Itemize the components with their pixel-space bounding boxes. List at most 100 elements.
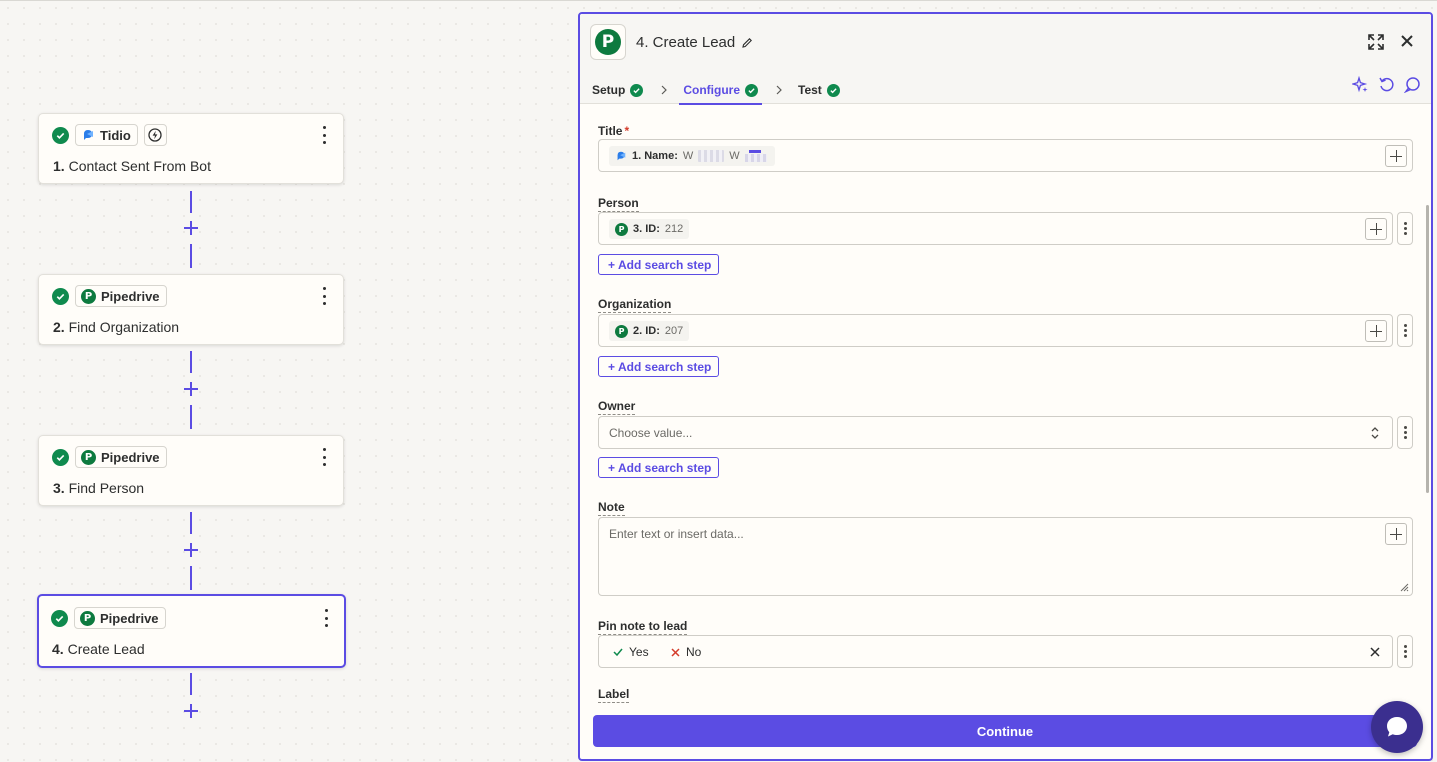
mapped-data-chip[interactable]: 1. Name: W W — [609, 146, 775, 166]
pipedrive-icon: P — [615, 222, 628, 236]
insert-data-button[interactable] — [1365, 218, 1387, 240]
add-step-plus-icon[interactable] — [183, 220, 199, 236]
add-step-plus-icon[interactable] — [183, 381, 199, 397]
person-label: Person — [598, 196, 639, 212]
chat-support-icon[interactable] — [1371, 701, 1423, 753]
pencil-icon[interactable] — [741, 37, 753, 49]
organization-field[interactable]: P 2. ID: 207 — [598, 314, 1393, 347]
tab-test[interactable]: Test — [798, 77, 840, 103]
app-name: Tidio — [100, 127, 131, 143]
chip-value: 207 — [664, 325, 684, 337]
step-card-4[interactable]: P Pipedrive 4. Create Lead — [37, 594, 346, 668]
clear-icon[interactable] — [1369, 646, 1381, 658]
owner-select[interactable]: Choose value... — [598, 416, 1393, 449]
success-check-icon — [52, 287, 69, 305]
pipedrive-icon: P — [80, 610, 95, 626]
tab-configure[interactable]: Configure — [679, 77, 762, 105]
insert-data-button[interactable] — [1385, 523, 1407, 545]
step-number: 2. — [53, 319, 65, 335]
panel-header: P 4. Create Lead Setup Configure Test — [580, 14, 1431, 105]
success-check-icon — [745, 83, 759, 97]
step-name: Create Lead — [67, 641, 145, 657]
chevron-right-icon — [661, 85, 668, 95]
tab-label: Setup — [592, 83, 626, 97]
title-label: Title * — [598, 124, 630, 138]
note-textarea[interactable]: Enter text or insert data... — [598, 517, 1413, 596]
redacted-text — [744, 150, 769, 162]
label-field-label: Label — [598, 687, 630, 703]
step-title: 2. Find Organization — [53, 319, 179, 335]
tab-setup[interactable]: Setup — [592, 77, 644, 103]
app-name: Pipedrive — [101, 449, 160, 465]
step-card-2[interactable]: P Pipedrive 2. Find Organization — [38, 274, 344, 345]
app-badge: P Pipedrive — [74, 607, 166, 629]
field-options-icon[interactable] — [1397, 416, 1413, 449]
connector-line — [190, 405, 192, 429]
step-editor-panel: P 4. Create Lead Setup Configure Test Ti… — [578, 12, 1433, 761]
redacted-text — [698, 150, 725, 162]
step-card-3[interactable]: P Pipedrive 3. Find Person — [38, 435, 344, 506]
step-title: 1. Contact Sent From Bot — [53, 158, 211, 174]
step-menu-icon[interactable] — [319, 287, 329, 305]
add-search-step-button[interactable]: + Add search step — [598, 457, 720, 478]
title-field[interactable]: 1. Name: W W — [598, 139, 1413, 172]
success-check-icon — [52, 448, 69, 466]
connector-line — [190, 244, 192, 268]
pin-note-toggle[interactable]: Yes No — [598, 635, 1393, 668]
step-menu-icon[interactable] — [321, 609, 331, 627]
add-search-step-button[interactable]: + Add search step — [598, 254, 720, 275]
no-option[interactable]: No — [671, 645, 701, 659]
insert-data-button[interactable] — [1385, 145, 1407, 167]
step-number: 4. — [52, 641, 64, 657]
step-card-1[interactable]: Tidio 1. Contact Sent From Bot — [38, 113, 344, 184]
tab-label: Test — [798, 83, 822, 97]
configure-form: Title * 1. Name: W W Person P 3. ID: 212 … — [580, 105, 1431, 703]
panel-title-text: 4. Create Lead — [636, 34, 736, 51]
resize-handle-icon[interactable] — [1399, 582, 1409, 592]
step-title: 3. Find Person — [53, 480, 144, 496]
pipedrive-icon: P — [81, 449, 96, 465]
continue-button[interactable]: Continue — [593, 715, 1417, 747]
expand-icon[interactable] — [1367, 33, 1385, 51]
add-step-plus-icon[interactable] — [183, 542, 199, 558]
step-name: Contact Sent From Bot — [68, 158, 211, 174]
add-step-plus-icon[interactable] — [183, 703, 199, 719]
tab-label: Configure — [683, 83, 741, 97]
step-menu-icon[interactable] — [319, 126, 329, 144]
panel-title[interactable]: 4. Create Lead — [636, 34, 753, 51]
close-icon[interactable] — [1399, 33, 1415, 49]
tidio-icon — [617, 151, 626, 161]
mapped-data-chip[interactable]: P 3. ID: 212 — [609, 219, 690, 239]
updown-chevron-icon — [1371, 427, 1379, 439]
field-options-icon[interactable] — [1397, 314, 1413, 347]
step-header: Tidio — [52, 124, 167, 146]
add-search-step-button[interactable]: + Add search step — [598, 356, 720, 377]
comment-icon[interactable] — [1404, 76, 1421, 93]
step-name: Find Person — [68, 480, 145, 496]
ai-sparkle-icon[interactable] — [1352, 76, 1369, 93]
note-placeholder: Enter text or insert data... — [609, 527, 744, 541]
chip-value: 212 — [664, 223, 684, 235]
yes-label: Yes — [629, 645, 649, 659]
form-scrollbar[interactable] — [1426, 205, 1429, 493]
app-badge: P Pipedrive — [75, 446, 167, 468]
step-header: P Pipedrive — [51, 607, 166, 629]
required-mark: * — [624, 124, 630, 138]
top-divider — [0, 0, 1437, 1]
step-menu-icon[interactable] — [319, 448, 329, 466]
connector-line — [190, 566, 192, 590]
success-check-icon — [52, 126, 69, 144]
refresh-icon[interactable] — [1378, 76, 1395, 93]
field-options-icon[interactable] — [1397, 635, 1413, 668]
pipedrive-icon: P — [81, 288, 96, 304]
insert-data-button[interactable] — [1365, 320, 1387, 342]
yes-option[interactable]: Yes — [613, 645, 649, 659]
owner-placeholder: Choose value... — [609, 426, 693, 440]
mapped-data-chip[interactable]: P 2. ID: 207 — [609, 321, 690, 341]
pipedrive-icon: P — [615, 324, 628, 338]
check-icon — [613, 648, 623, 657]
connector-line — [190, 191, 192, 213]
person-field[interactable]: P 3. ID: 212 — [598, 212, 1393, 245]
trigger-icon — [143, 124, 167, 146]
field-options-icon[interactable] — [1397, 212, 1413, 245]
